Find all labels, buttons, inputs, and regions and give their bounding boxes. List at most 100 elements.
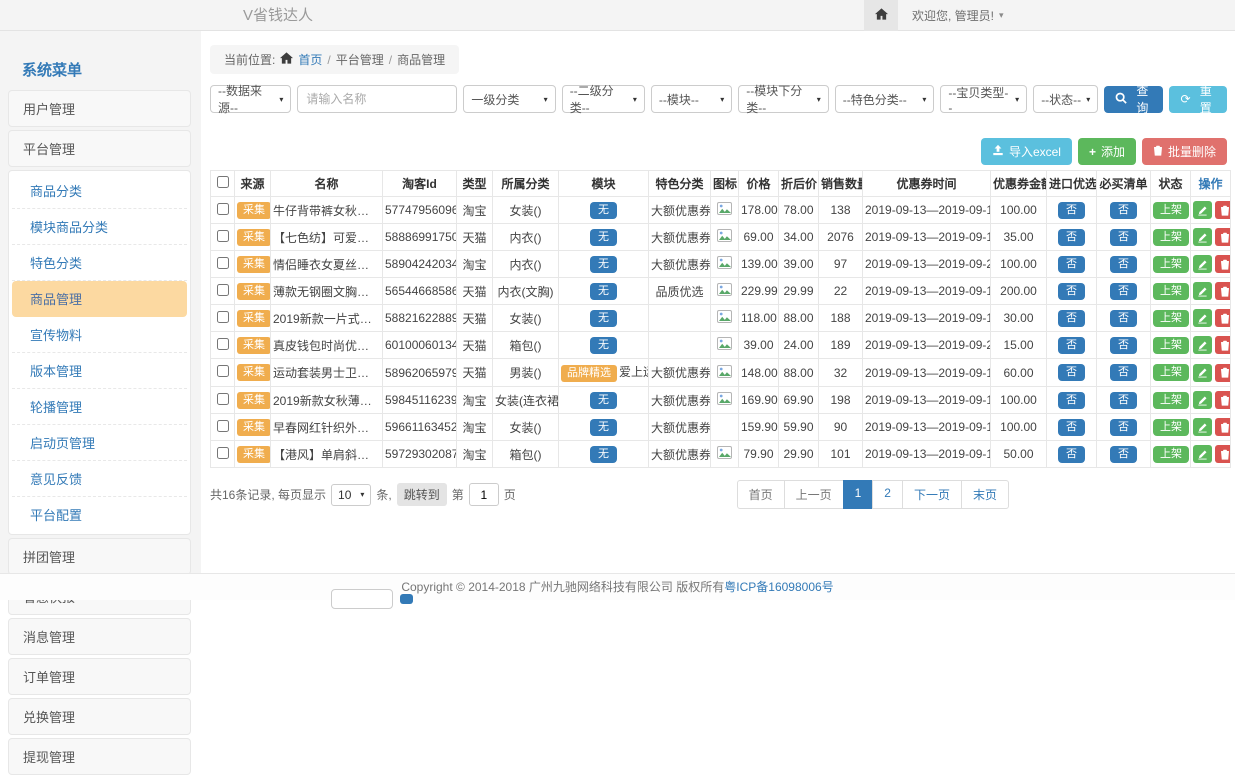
module-badge[interactable]: 无 bbox=[590, 392, 617, 409]
level1-category-select[interactable]: 一级分类▾ bbox=[463, 85, 555, 113]
select-all-checkbox[interactable] bbox=[217, 176, 229, 188]
row-checkbox[interactable] bbox=[217, 257, 229, 269]
name-input[interactable] bbox=[297, 85, 457, 113]
must-buy-toggle[interactable]: 否 bbox=[1110, 283, 1137, 300]
row-checkbox[interactable] bbox=[217, 284, 229, 296]
search-button[interactable]: 查询 bbox=[1104, 86, 1163, 113]
jump-button[interactable]: 跳转到 bbox=[397, 483, 447, 506]
status-select[interactable]: --状态--▾ bbox=[1033, 85, 1098, 113]
edit-button[interactable] bbox=[1193, 255, 1212, 273]
import-optional-toggle[interactable]: 否 bbox=[1058, 337, 1085, 354]
batch-delete-button[interactable]: 批量删除 bbox=[1142, 138, 1227, 165]
module-badge[interactable]: 无 bbox=[590, 446, 617, 463]
page-number-input[interactable] bbox=[469, 483, 499, 506]
pager-prev[interactable]: 上一页 bbox=[784, 480, 844, 509]
must-buy-toggle[interactable]: 否 bbox=[1110, 446, 1137, 463]
pager-first[interactable]: 首页 bbox=[737, 480, 785, 509]
module-badge[interactable]: 无 bbox=[590, 202, 617, 219]
edit-button[interactable] bbox=[1193, 282, 1212, 300]
add-button[interactable]: + 添加 bbox=[1078, 138, 1136, 165]
sidebar-subitem-5[interactable]: 版本管理 bbox=[12, 353, 187, 389]
pager-page-2[interactable]: 2 bbox=[872, 480, 903, 509]
breadcrumb-home-link[interactable]: 首页 bbox=[298, 51, 322, 68]
pager-last[interactable]: 末页 bbox=[961, 480, 1009, 509]
status-badge[interactable]: 上架 bbox=[1153, 202, 1189, 219]
edit-button[interactable] bbox=[1193, 445, 1212, 463]
sidebar-subitem-9[interactable]: 平台配置 bbox=[12, 497, 187, 532]
status-badge[interactable]: 上架 bbox=[1153, 392, 1189, 409]
module-select[interactable]: --模块--▾ bbox=[651, 85, 732, 113]
edit-button[interactable] bbox=[1193, 418, 1212, 436]
row-checkbox[interactable] bbox=[217, 338, 229, 350]
status-badge[interactable]: 上架 bbox=[1153, 337, 1189, 354]
module-badge[interactable]: 无 bbox=[590, 419, 617, 436]
sidebar-subitem-6[interactable]: 轮播管理 bbox=[12, 389, 187, 425]
module-badge[interactable]: 无 bbox=[590, 256, 617, 273]
pager-next[interactable]: 下一页 bbox=[902, 480, 962, 509]
sidebar-item-top-1[interactable]: 平台管理 bbox=[8, 130, 191, 167]
must-buy-toggle[interactable]: 否 bbox=[1110, 310, 1137, 327]
delete-button[interactable] bbox=[1215, 201, 1231, 219]
home-button[interactable] bbox=[864, 0, 898, 31]
sidebar-subitem-0[interactable]: 商品分类 bbox=[12, 173, 187, 209]
status-badge[interactable]: 上架 bbox=[1153, 256, 1189, 273]
item-type-select[interactable]: --宝贝类型--▾ bbox=[940, 85, 1027, 113]
row-checkbox[interactable] bbox=[217, 203, 229, 215]
must-buy-toggle[interactable]: 否 bbox=[1110, 256, 1137, 273]
row-checkbox[interactable] bbox=[217, 365, 229, 377]
delete-button[interactable] bbox=[1215, 336, 1231, 354]
delete-button[interactable] bbox=[1215, 364, 1231, 382]
sidebar-item-top-0[interactable]: 用户管理 bbox=[8, 90, 191, 127]
level2-category-select[interactable]: --二级分类--▾ bbox=[562, 85, 645, 113]
data-source-select[interactable]: --数据来源--▾ bbox=[210, 85, 291, 113]
import-optional-toggle[interactable]: 否 bbox=[1058, 446, 1085, 463]
delete-button[interactable] bbox=[1215, 391, 1231, 409]
must-buy-toggle[interactable]: 否 bbox=[1110, 337, 1137, 354]
module-subcategory-select[interactable]: --模块下分类--▾ bbox=[738, 85, 828, 113]
import-excel-button[interactable]: 导入excel bbox=[981, 138, 1072, 165]
must-buy-toggle[interactable]: 否 bbox=[1110, 229, 1137, 246]
status-badge[interactable]: 上架 bbox=[1153, 419, 1189, 436]
status-badge[interactable]: 上架 bbox=[1153, 229, 1189, 246]
sidebar-item-bottom-3[interactable]: 订单管理 bbox=[8, 658, 191, 695]
edit-button[interactable] bbox=[1193, 309, 1212, 327]
import-optional-toggle[interactable]: 否 bbox=[1058, 419, 1085, 436]
status-badge[interactable]: 上架 bbox=[1153, 446, 1189, 463]
import-optional-toggle[interactable]: 否 bbox=[1058, 392, 1085, 409]
sidebar-item-bottom-4[interactable]: 兑换管理 bbox=[8, 698, 191, 735]
edit-button[interactable] bbox=[1193, 201, 1212, 219]
delete-button[interactable] bbox=[1215, 418, 1231, 436]
sidebar-item-bottom-5[interactable]: 提现管理 bbox=[8, 738, 191, 775]
delete-button[interactable] bbox=[1215, 228, 1231, 246]
import-optional-toggle[interactable]: 否 bbox=[1058, 229, 1085, 246]
sidebar-subitem-1[interactable]: 模块商品分类 bbox=[12, 209, 187, 245]
sidebar-subitem-3[interactable]: 商品管理 bbox=[12, 281, 187, 317]
edit-button[interactable] bbox=[1193, 364, 1212, 382]
status-badge[interactable]: 上架 bbox=[1153, 283, 1189, 300]
module-badge[interactable]: 品牌精选 bbox=[561, 365, 617, 382]
module-badge[interactable]: 无 bbox=[590, 283, 617, 300]
sidebar-item-bottom-2[interactable]: 消息管理 bbox=[8, 618, 191, 655]
must-buy-toggle[interactable]: 否 bbox=[1110, 419, 1137, 436]
must-buy-toggle[interactable]: 否 bbox=[1110, 392, 1137, 409]
row-checkbox[interactable] bbox=[217, 230, 229, 242]
sidebar-subitem-7[interactable]: 启动页管理 bbox=[12, 425, 187, 461]
sidebar-subitem-8[interactable]: 意见反馈 bbox=[12, 461, 187, 497]
row-checkbox[interactable] bbox=[217, 420, 229, 432]
module-badge[interactable]: 无 bbox=[590, 229, 617, 246]
delete-button[interactable] bbox=[1215, 309, 1231, 327]
delete-button[interactable] bbox=[1215, 282, 1231, 300]
sidebar-subitem-2[interactable]: 特色分类 bbox=[12, 245, 187, 281]
sidebar-item-bottom-0[interactable]: 拼团管理 bbox=[8, 538, 191, 575]
edit-button[interactable] bbox=[1193, 336, 1212, 354]
delete-button[interactable] bbox=[1215, 445, 1231, 463]
delete-button[interactable] bbox=[1215, 255, 1231, 273]
import-optional-toggle[interactable]: 否 bbox=[1058, 283, 1085, 300]
module-badge[interactable]: 无 bbox=[590, 337, 617, 354]
reset-button[interactable]: ⟳重置 bbox=[1169, 86, 1227, 113]
status-badge[interactable]: 上架 bbox=[1153, 364, 1189, 381]
import-optional-toggle[interactable]: 否 bbox=[1058, 364, 1085, 381]
must-buy-toggle[interactable]: 否 bbox=[1110, 202, 1137, 219]
edit-button[interactable] bbox=[1193, 391, 1212, 409]
must-buy-toggle[interactable]: 否 bbox=[1110, 364, 1137, 381]
